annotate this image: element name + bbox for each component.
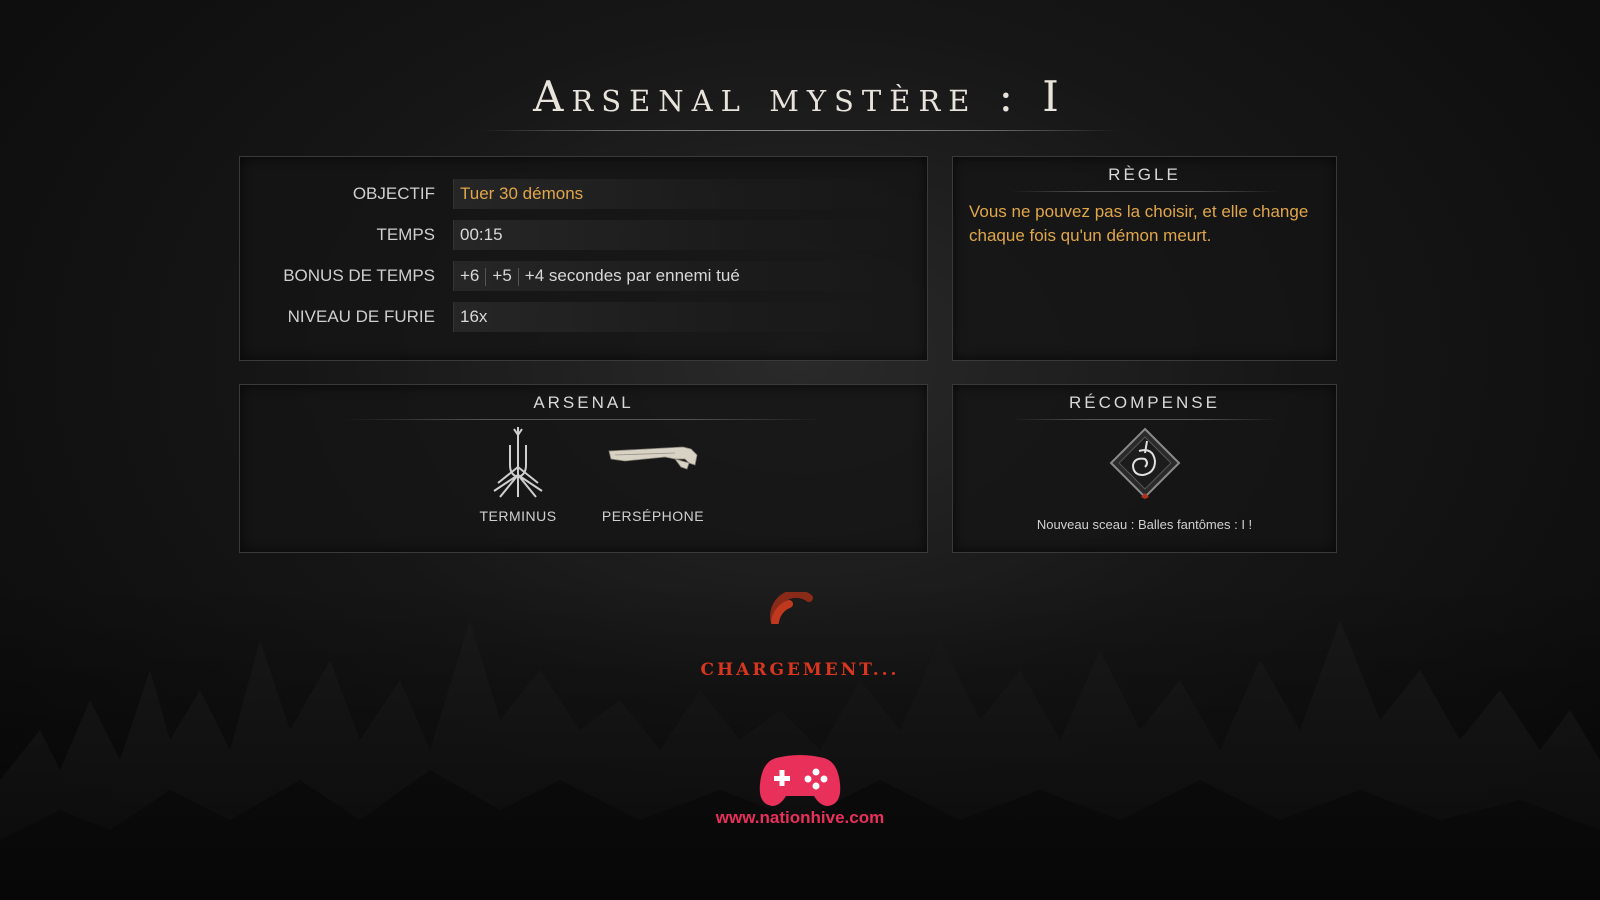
rule-panel: RÈGLE Vous ne pouvez pas la choisir, et … bbox=[952, 156, 1337, 361]
weapon-terminus-label: TERMINUS bbox=[479, 508, 557, 524]
objective-row: OBJECTIF Tuer 30 démons bbox=[240, 179, 927, 209]
time-bonus-1: +6 bbox=[460, 266, 480, 285]
page-title: Arsenal mystère : I bbox=[533, 72, 1067, 121]
objective-value: Tuer 30 démons bbox=[453, 179, 900, 209]
time-bonus-row: BONUS DE TEMPS +6 +5 +4 secondes par ennem… bbox=[240, 261, 927, 291]
shotgun-icon bbox=[608, 446, 698, 470]
fury-value: 16x bbox=[453, 302, 900, 332]
time-value: 00:15 bbox=[453, 220, 900, 250]
rule-header: RÈGLE bbox=[1108, 165, 1181, 184]
weapon-persephone[interactable]: PERSÉPHONE bbox=[598, 425, 708, 524]
objective-panel: OBJECTIF Tuer 30 démons TEMPS 00:15 BONU… bbox=[239, 156, 928, 361]
time-bonus-2: +5 bbox=[492, 266, 512, 285]
watermark-url[interactable]: www.nationhive.com bbox=[0, 808, 1600, 828]
loading-spinner-icon bbox=[770, 592, 813, 624]
reward-panel: RÉCOMPENSE Nouveau sceau : Balles fantôm… bbox=[952, 384, 1337, 553]
reward-header-divider bbox=[1010, 419, 1279, 420]
weapon-terminus[interactable]: TERMINUS bbox=[463, 425, 573, 524]
seal-icon[interactable] bbox=[1109, 427, 1181, 499]
time-row: TEMPS 00:15 bbox=[240, 220, 927, 250]
time-bonus-label: BONUS DE TEMPS bbox=[283, 266, 435, 285]
fury-label: NIVEAU DE FURIE bbox=[287, 307, 435, 326]
fury-row: NIVEAU DE FURIE 16x bbox=[240, 302, 927, 332]
arsenal-header: ARSENAL bbox=[533, 393, 634, 412]
reward-header: RÉCOMPENSE bbox=[1069, 393, 1220, 412]
title-divider bbox=[480, 130, 1120, 131]
arsenal-header-divider bbox=[343, 419, 824, 420]
loading-text: CHARGEMENT... bbox=[700, 660, 900, 680]
gamepad-icon bbox=[759, 755, 841, 806]
time-label: TEMPS bbox=[376, 225, 435, 244]
arsenal-panel: ARSENAL TERMINUS PERSÉPHONE bbox=[239, 384, 928, 553]
objective-label: OBJECTIF bbox=[352, 184, 435, 203]
background-silhouettes bbox=[0, 580, 1600, 900]
time-bonus-3: +4 secondes par ennemi tué bbox=[524, 266, 740, 285]
rule-text: Vous ne pouvez pas la choisir, et elle c… bbox=[969, 202, 1309, 245]
weapon-persephone-label: PERSÉPHONE bbox=[601, 508, 705, 524]
trident-icon bbox=[493, 427, 543, 498]
bonus-separator bbox=[485, 267, 487, 286]
bonus-separator bbox=[517, 267, 519, 286]
time-bonus-value: +6 +5 +4 secondes par ennemi tué bbox=[453, 261, 900, 291]
reward-text: Nouveau sceau : Balles fantômes : I ! bbox=[1036, 517, 1253, 532]
